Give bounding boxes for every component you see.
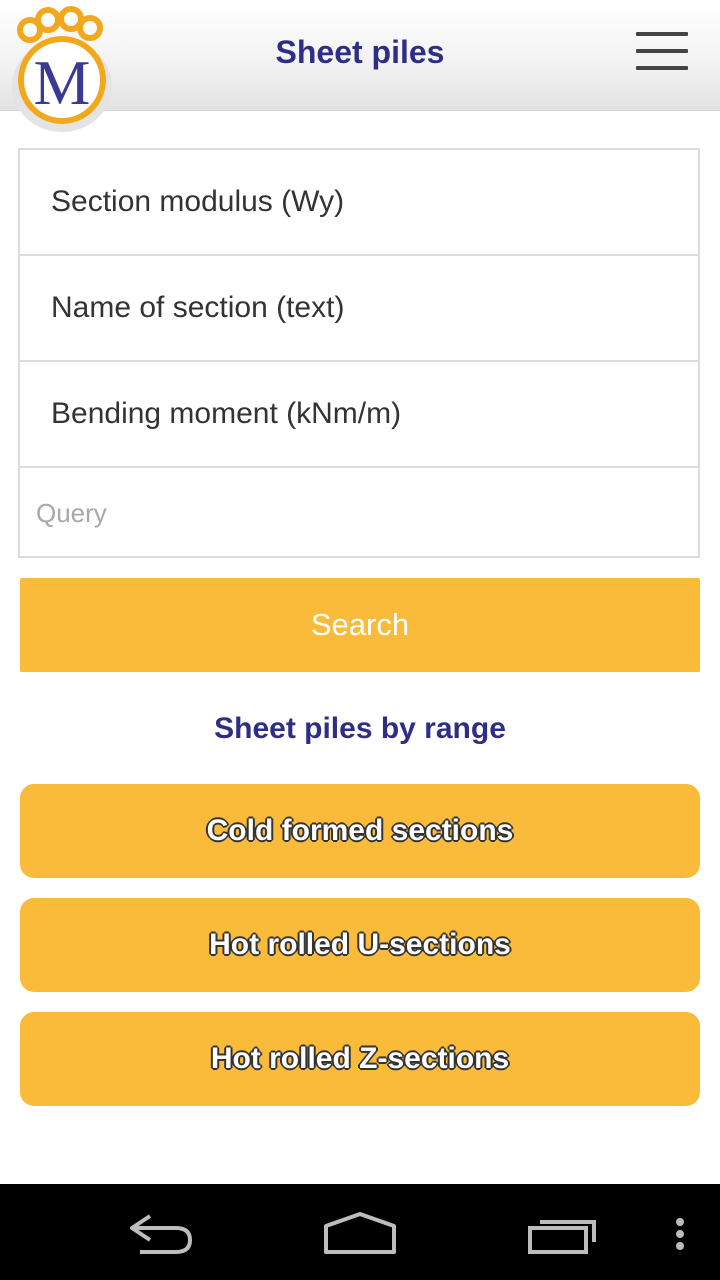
hamburger-menu-icon[interactable] bbox=[628, 30, 694, 74]
home-icon[interactable] bbox=[318, 1202, 402, 1262]
overflow-menu-icon[interactable] bbox=[668, 1202, 692, 1262]
filter-bending-moment[interactable]: Bending moment (kNm/m) bbox=[20, 362, 698, 468]
system-navigation-bar bbox=[0, 1184, 720, 1280]
range-section-title: Sheet piles by range bbox=[214, 712, 506, 745]
search-button[interactable]: Search bbox=[20, 578, 700, 672]
recent-apps-icon[interactable] bbox=[522, 1202, 602, 1262]
query-input[interactable] bbox=[20, 468, 698, 558]
hot-rolled-z-sections-button[interactable]: Hot rolled Z-sections bbox=[20, 1012, 700, 1106]
cold-formed-sections-button[interactable]: Cold formed sections bbox=[20, 784, 700, 878]
filter-section-name[interactable]: Name of section (text) bbox=[20, 256, 698, 362]
filter-section-modulus[interactable]: Section modulus (Wy) bbox=[20, 150, 698, 256]
back-icon[interactable] bbox=[120, 1202, 200, 1262]
search-filter-list: Section modulus (Wy) Name of section (te… bbox=[18, 148, 700, 558]
logo-letter: M bbox=[34, 47, 91, 118]
app-logo: M bbox=[12, 6, 112, 132]
hot-rolled-u-sections-button[interactable]: Hot rolled U-sections bbox=[20, 898, 700, 992]
